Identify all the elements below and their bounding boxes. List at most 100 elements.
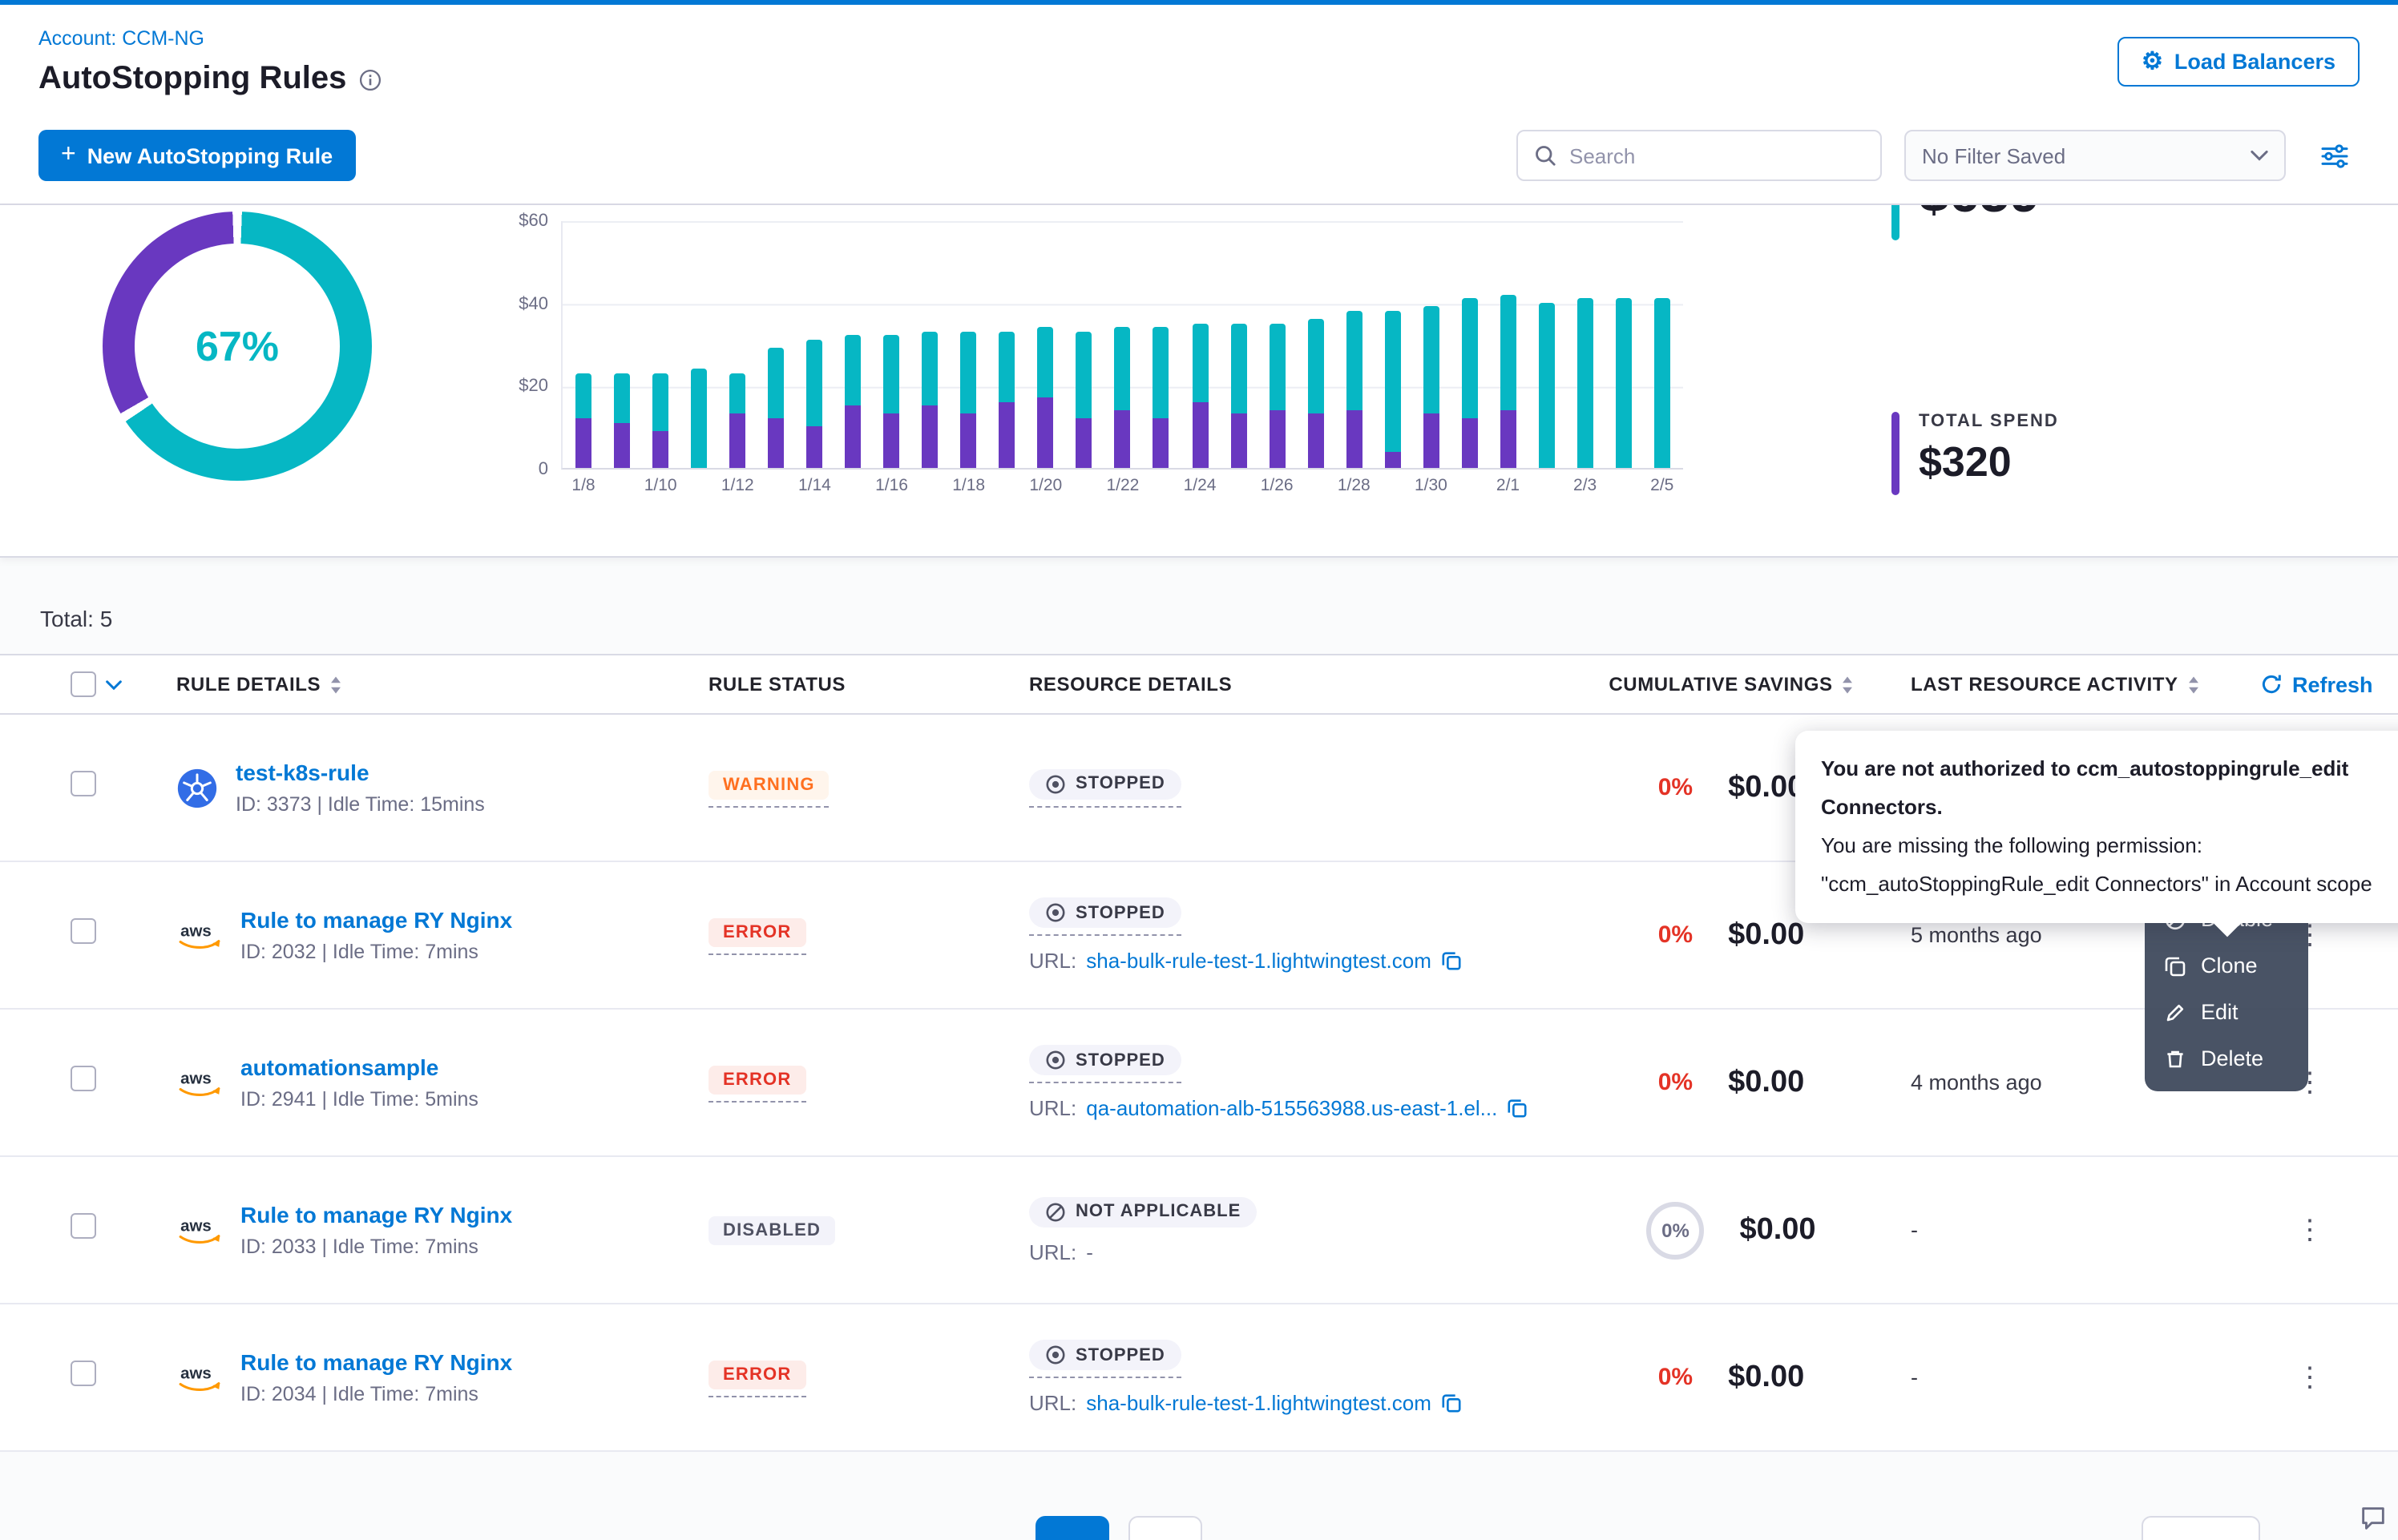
tooltip-line-2: You are missing the following permission… <box>1821 827 2398 865</box>
plus-icon: + <box>61 143 76 168</box>
rule-status-badge: ERROR <box>708 917 805 946</box>
bar <box>1076 220 1092 468</box>
bar: 1/14 <box>806 220 822 468</box>
x-tick-label: 2/5 <box>1650 476 1673 495</box>
rule-name-link[interactable]: automationsample <box>240 1054 478 1080</box>
row-checkbox[interactable] <box>71 918 96 944</box>
load-balancers-button[interactable]: ⚙ Load Balancers <box>2117 37 2360 87</box>
search-icon <box>1534 144 1556 167</box>
table-row[interactable]: aws Rule to manage RY Nginx ID: 2034 | I… <box>0 1304 2398 1452</box>
savings-amount: $0.00 <box>1728 1065 1804 1100</box>
resource-state-icon <box>1045 1344 1066 1365</box>
total-spend-label: TOTAL SPEND <box>1919 412 2059 431</box>
menu-item-delete[interactable]: Delete <box>2145 1035 2308 1082</box>
table-header-row: RULE DETAILS RULE STATUS RESOURCE DETAIL… <box>0 654 2398 715</box>
provider-icon <box>176 767 218 808</box>
rule-name-link[interactable]: Rule to manage RY Nginx <box>240 907 512 933</box>
column-cumulative-savings[interactable]: CUMULATIVE SAVINGS <box>1571 673 1891 695</box>
last-activity: - <box>1891 1365 2260 1389</box>
menu-item-clone[interactable]: Clone <box>2145 942 2308 989</box>
resource-url-link[interactable]: sha-bulk-rule-test-1.lightwingtest.com <box>1086 949 1431 973</box>
bar: 2/3 <box>1577 220 1593 468</box>
copy-icon[interactable] <box>1441 950 1462 971</box>
total-count-label: Total: 5 <box>0 606 2398 631</box>
bar: 2/1 <box>1500 220 1516 468</box>
provider-icon: aws <box>176 1067 223 1098</box>
select-all-checkbox[interactable] <box>71 671 96 697</box>
rule-name-link[interactable]: Rule to manage RY Nginx <box>240 1349 512 1375</box>
bar <box>845 220 861 468</box>
row-menu-button[interactable]: ⋮ <box>2283 1207 2336 1252</box>
bar <box>999 220 1015 468</box>
info-icon[interactable] <box>359 68 382 91</box>
pagination-current-page[interactable] <box>1036 1516 1109 1540</box>
toolbar: + New AutoStopping Rule No Filter Saved <box>0 114 2398 205</box>
filter-panel-button[interactable] <box>2308 130 2360 181</box>
savings-percent: 0% <box>1658 921 1693 949</box>
savings-percent: 0% <box>1658 774 1693 801</box>
row-checkbox[interactable] <box>71 1361 96 1386</box>
bar: 1/12 <box>729 220 745 468</box>
x-tick-label: 1/12 <box>721 476 754 495</box>
bar <box>1307 220 1323 468</box>
savings-amount: $0.00 <box>1739 1212 1815 1248</box>
bar <box>1153 220 1169 468</box>
chat-support-button[interactable] <box>2358 1503 2388 1540</box>
rule-name-link[interactable]: Rule to manage RY Nginx <box>240 1202 512 1228</box>
copy-icon[interactable] <box>1441 1393 1462 1413</box>
url-label: URL: <box>1029 1240 1076 1264</box>
y-tick-label: $20 <box>519 377 548 397</box>
svg-text:aws: aws <box>180 1070 212 1088</box>
account-breadcrumb[interactable]: Account: CCM-NG <box>38 27 204 50</box>
rule-name-link[interactable]: test-k8s-rule <box>236 760 485 785</box>
spend-color-bar <box>1891 412 1899 495</box>
column-last-resource-activity[interactable]: LAST RESOURCE ACTIVITY <box>1891 673 2260 695</box>
bar: 1/30 <box>1423 220 1439 468</box>
pagination-next[interactable] <box>2142 1516 2260 1540</box>
search-box[interactable] <box>1516 130 1882 181</box>
refresh-button[interactable]: Refresh <box>2260 672 2373 696</box>
resource-url-line: URL: sha-bulk-rule-test-1.lightwingtest.… <box>1029 1391 1462 1415</box>
resource-state-icon <box>1045 773 1066 794</box>
bar: 1/20 <box>1038 220 1054 468</box>
new-autostopping-rule-button[interactable]: + New AutoStopping Rule <box>38 130 355 181</box>
bar <box>1461 220 1477 468</box>
x-tick-label: 1/16 <box>875 476 908 495</box>
page-title: AutoStopping Rules <box>38 61 346 98</box>
row-checkbox[interactable] <box>71 1066 96 1091</box>
rule-status-badge: ERROR <box>708 1360 805 1389</box>
y-tick-label: $60 <box>519 212 548 231</box>
provider-icon: aws <box>176 1215 223 1245</box>
total-spend-value: $320 <box>1919 437 2059 487</box>
savings-amount: $0.00 <box>1728 1360 1804 1395</box>
rule-status-badge: DISABLED <box>708 1216 835 1245</box>
row-menu-button[interactable]: ⋮ <box>2283 1355 2336 1400</box>
savings-amount: $0.00 <box>1728 770 1804 805</box>
x-tick-label: 1/26 <box>1261 476 1294 495</box>
table-row[interactable]: aws automationsample ID: 2941 | Idle Tim… <box>0 1010 2398 1157</box>
x-tick-label: 1/30 <box>1415 476 1447 495</box>
resource-url-link[interactable]: qa-automation-alb-515563988.us-east-1.el… <box>1086 1096 1497 1120</box>
url-label: URL: <box>1029 1391 1076 1415</box>
resource-state-icon <box>1045 1201 1066 1222</box>
row-checkbox[interactable] <box>71 1213 96 1239</box>
menu-item-edit[interactable]: Edit <box>2145 989 2308 1035</box>
y-tick-label: $40 <box>519 294 548 313</box>
column-rule-details[interactable]: RULE DETAILS <box>160 673 689 695</box>
resource-url-link[interactable]: sha-bulk-rule-test-1.lightwingtest.com <box>1086 1391 1431 1415</box>
select-menu-caret-icon[interactable] <box>106 679 122 690</box>
pagination-page[interactable] <box>1128 1516 1202 1540</box>
saved-filter-dropdown[interactable]: No Filter Saved <box>1904 130 2286 181</box>
url-label: URL: <box>1029 949 1076 973</box>
tooltip-line-1: You are not authorized to ccm_autostoppi… <box>1821 750 2398 827</box>
table-row[interactable]: aws Rule to manage RY Nginx ID: 2033 | I… <box>0 1157 2398 1304</box>
summary-card: 67% $60$40$200 1/81/101/121/141/161/181/… <box>0 205 2398 558</box>
svg-text:aws: aws <box>180 1365 212 1383</box>
savings-percent: 0% <box>1658 1069 1693 1096</box>
row-checkbox[interactable] <box>71 771 96 796</box>
resource-url-line: URL: - <box>1029 1240 1093 1264</box>
search-input[interactable] <box>1569 143 1864 167</box>
copy-icon[interactable] <box>1507 1098 1528 1119</box>
resource-state-pill: NOT APPLICABLE <box>1029 1196 1257 1227</box>
resource-url-link[interactable]: - <box>1086 1240 1093 1264</box>
